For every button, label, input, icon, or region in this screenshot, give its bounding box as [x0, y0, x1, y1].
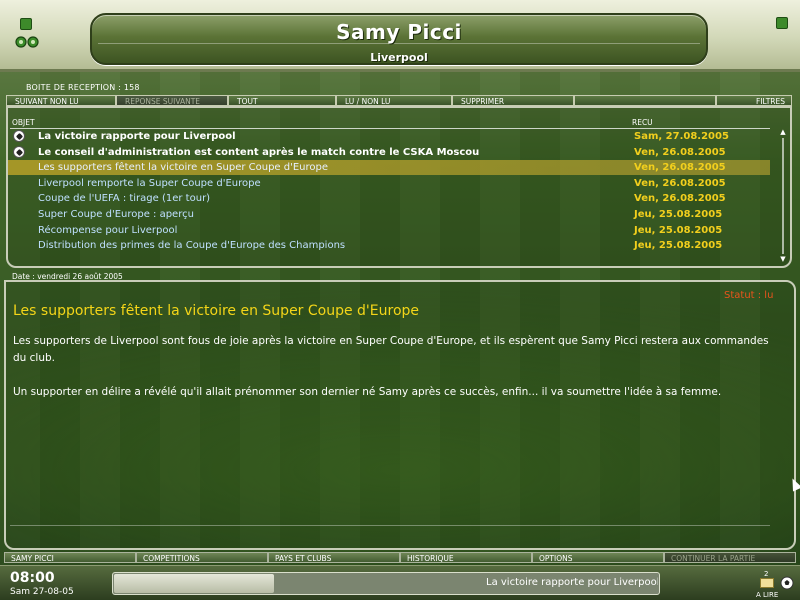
- inbox-label: BOITE DE RECEPTION : 158: [26, 83, 140, 92]
- message-body: Les supporters de Liverpool sont fous de…: [13, 333, 783, 418]
- column-subject[interactable]: OBJET: [12, 118, 35, 127]
- message-subject[interactable]: Distribution des primes de la Coupe d'Eu…: [38, 238, 345, 253]
- next-reply-button[interactable]: REPONSE SUIVANTE: [116, 95, 228, 106]
- message-date: Jeu, 25.08.2005: [634, 224, 723, 236]
- message-subject[interactable]: Les supporters fêtent la victoire en Sup…: [38, 160, 328, 175]
- next-unread-button[interactable]: SUIVANT NON LU: [6, 95, 116, 106]
- continue-game-button[interactable]: CONTINUER LA PARTIE: [664, 552, 796, 563]
- bottom-navigation: SAMY PICCI COMPETITIONS PAYS ET CLUBS HI…: [4, 552, 796, 564]
- message-date: Ven, 26.08.2005: [634, 193, 726, 205]
- toolbar-spacer: [574, 95, 716, 106]
- message-paragraph: Un supporter en délire a révélé qu'il al…: [13, 386, 722, 398]
- nav-options-button[interactable]: OPTIONS: [532, 552, 664, 563]
- message-date: Jeu, 25.08.2005: [634, 240, 723, 252]
- message-paragraph: Les supporters de Liverpool sont fous de…: [13, 335, 769, 364]
- unread-count: 2: [764, 570, 769, 578]
- message-date: Ven, 26.08.2005: [634, 146, 726, 158]
- game-date: Sam 27-08-05: [10, 587, 74, 597]
- message-status: Statut : lu: [724, 290, 774, 301]
- manager-panel: Samy Picci Liverpool: [90, 13, 708, 65]
- nav-history-button[interactable]: HISTORIQUE: [400, 552, 532, 563]
- read-unread-button[interactable]: LU / NON LU: [336, 95, 452, 106]
- message-row[interactable]: La victoire rapporte pour Liverpool Sam, …: [8, 129, 770, 144]
- game-time: 08:00: [10, 570, 55, 586]
- message-row[interactable]: Distribution des primes de la Coupe d'Eu…: [8, 238, 770, 253]
- inbox-column-headers: OBJET RECU: [10, 118, 770, 129]
- all-button[interactable]: TOUT: [228, 95, 336, 106]
- column-received[interactable]: RECU: [632, 118, 653, 127]
- message-row[interactable]: Les supporters fêtent la victoire en Sup…: [8, 160, 770, 176]
- nav-manager-button[interactable]: SAMY PICCI: [4, 552, 136, 563]
- football-icon: [13, 130, 25, 142]
- progress-bar: [114, 574, 274, 593]
- home-icon[interactable]: [20, 18, 32, 30]
- message-date: Sam, 27.08.2005: [634, 131, 729, 142]
- message-subject[interactable]: Coupe de l'UEFA : tirage (1er tour): [38, 191, 210, 206]
- scroll-up-arrow-icon[interactable]: ▲: [778, 128, 788, 137]
- message-subject[interactable]: Liverpool remporte la Super Coupe d'Euro…: [38, 176, 261, 191]
- nav-countries-clubs-button[interactable]: PAYS ET CLUBS: [268, 552, 400, 563]
- message-subject[interactable]: Le conseil d'administration est content …: [38, 145, 479, 160]
- message-subject[interactable]: Récompense pour Liverpool: [38, 223, 177, 238]
- message-date: Ven, 26.08.2005: [634, 177, 726, 189]
- club-name: Liverpool: [370, 51, 428, 64]
- delete-button[interactable]: SUPPRIMER: [452, 95, 574, 106]
- message-row[interactable]: Récompense pour Liverpool Jeu, 25.08.2005: [8, 223, 770, 238]
- message-date: Jeu, 25.08.2005: [634, 209, 723, 220]
- scroll-down-arrow-icon[interactable]: ▼: [778, 255, 788, 264]
- detail-divider: [10, 525, 770, 526]
- scroll-track[interactable]: [782, 138, 784, 254]
- mail-icon[interactable]: [760, 578, 774, 588]
- nav-competitions-button[interactable]: COMPETITIONS: [136, 552, 268, 563]
- window-icon[interactable]: [776, 17, 788, 29]
- message-title: Les supporters fêtent la victoire en Sup…: [13, 303, 420, 319]
- binoculars-icon[interactable]: [14, 33, 40, 48]
- message-row[interactable]: Liverpool remporte la Super Coupe d'Euro…: [8, 176, 770, 191]
- message-date: Ven, 26.08.2005: [634, 162, 726, 174]
- ticker-text[interactable]: La victoire rapporte pour Liverpool: [486, 577, 658, 588]
- message-subject[interactable]: Super Coupe d'Europe : aperçu: [38, 207, 194, 222]
- football-icon[interactable]: [780, 575, 794, 590]
- inbox-scrollbar[interactable]: ▲ ▼: [778, 128, 788, 264]
- filters-button[interactable]: FILTRES: [716, 95, 792, 106]
- message-subject[interactable]: La victoire rapporte pour Liverpool: [38, 129, 236, 144]
- football-icon: [13, 145, 25, 158]
- message-row[interactable]: Coupe de l'UEFA : tirage (1er tour) Ven, …: [8, 191, 770, 206]
- message-row[interactable]: Super Coupe d'Europe : aperçu Jeu, 25.08.…: [8, 207, 770, 222]
- message-row[interactable]: Le conseil d'administration est content …: [8, 145, 770, 160]
- manager-name: Samy Picci: [336, 20, 462, 44]
- to-read-label: A LIRE: [756, 591, 779, 599]
